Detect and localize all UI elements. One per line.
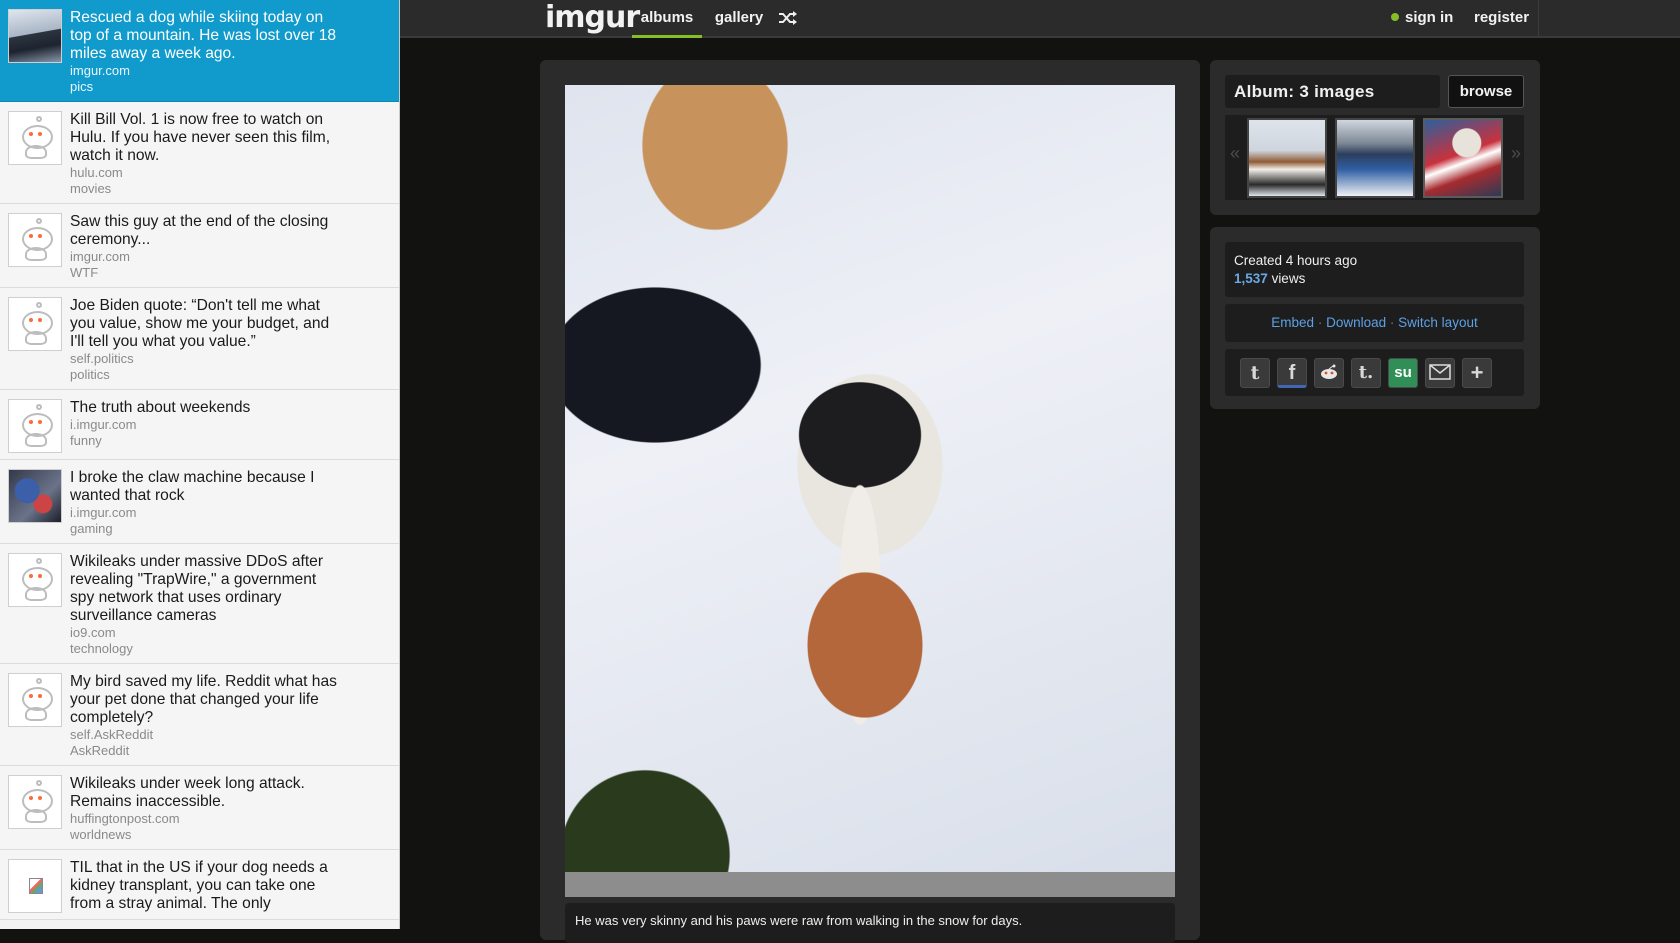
views-label: views [1271, 271, 1306, 286]
post-title[interactable]: Rescued a dog while skiing today on top … [70, 9, 340, 63]
views-line: 1,537 views [1234, 271, 1305, 286]
reddit-alien-icon[interactable] [8, 553, 62, 607]
switch-layout-link[interactable]: Switch layout [1398, 315, 1478, 330]
post-subreddit: gaming [70, 521, 113, 536]
post-domain: huffingtonpost.com [70, 811, 180, 826]
feed-item[interactable]: My bird saved my life. Reddit what has y… [0, 664, 399, 766]
post-thumbnail[interactable] [8, 469, 62, 523]
post-title[interactable]: Wikileaks under week long attack. Remain… [70, 775, 340, 811]
twitter-icon[interactable]: t [1240, 358, 1270, 388]
download-link[interactable]: Download [1326, 315, 1386, 330]
share-bar: t f t. su + [1225, 349, 1524, 396]
post-subreddit: AskReddit [70, 743, 130, 758]
stats-box: Created 4 hours ago 1,537 views [1225, 242, 1524, 297]
album-title: Album: 3 images [1234, 82, 1375, 101]
divider [1538, 0, 1539, 36]
image-panel: He was very skinny and his paws were raw… [540, 60, 1200, 943]
link-separator: · [1389, 315, 1395, 330]
tab-gallery[interactable]: gallery [710, 0, 768, 38]
feed-item[interactable]: Joe Biden quote: “Don't tell me what you… [0, 288, 399, 390]
reddit-alien-icon[interactable] [8, 297, 62, 351]
post-title[interactable]: TIL that in the US if your dog needs a k… [70, 859, 340, 913]
post-domain: i.imgur.com [70, 417, 137, 432]
reddit-feed-sidebar: Rescued a dog while skiing today on top … [0, 0, 400, 929]
post-subreddit: WTF [70, 265, 99, 280]
post-title[interactable]: I broke the claw machine because I wante… [70, 469, 340, 505]
post-title[interactable]: The truth about weekends [70, 399, 340, 417]
tumblr-icon[interactable]: t. [1351, 358, 1381, 388]
post-title[interactable]: Saw this guy at the end of the closing c… [70, 213, 340, 249]
main-album-image[interactable] [565, 85, 1175, 872]
album-thumbnail[interactable] [1423, 118, 1503, 198]
post-subreddit: funny [70, 433, 102, 448]
post-subreddit: technology [70, 641, 133, 656]
post-title[interactable]: Kill Bill Vol. 1 is now free to watch on… [70, 111, 340, 165]
link-separator: · [1317, 315, 1323, 330]
reddit-alien-icon[interactable] [8, 673, 62, 727]
feed-item[interactable]: Wikileaks under week long attack. Remain… [0, 766, 399, 850]
caption-box: He was very skinny and his paws were raw… [565, 903, 1175, 943]
reddit-alien-icon[interactable] [8, 111, 62, 165]
view-count: 1,537 [1234, 271, 1268, 286]
sign-in-link[interactable]: sign in [1391, 9, 1453, 26]
imgur-logo[interactable]: imgur [545, 1, 640, 35]
top-navigation-bar: imgur albums gallery sign in register [400, 0, 1680, 38]
reddit-alien-icon[interactable] [8, 399, 62, 453]
image-caption: He was very skinny and his paws were raw… [575, 913, 1023, 928]
post-thumbnail[interactable] [8, 9, 62, 63]
feed-item[interactable]: I broke the claw machine because I wante… [0, 460, 399, 544]
broken-image-icon[interactable] [8, 859, 62, 913]
feed-item[interactable]: Kill Bill Vol. 1 is now free to watch on… [0, 102, 399, 204]
stumbleupon-icon[interactable]: su [1388, 358, 1418, 388]
shuffle-icon[interactable] [778, 10, 798, 26]
email-icon[interactable] [1425, 358, 1455, 388]
info-panel: Created 4 hours ago 1,537 views Embed · … [1210, 227, 1540, 409]
feed-item[interactable]: Rescued a dog while skiing today on top … [0, 0, 399, 102]
album-panel: Album: 3 images browse « » [1210, 60, 1540, 215]
image-footer-bar [565, 872, 1175, 897]
reddit-icon[interactable] [1314, 358, 1344, 388]
post-domain: hulu.com [70, 165, 123, 180]
feed-item[interactable]: TIL that in the US if your dog needs a k… [0, 850, 399, 920]
register-link[interactable]: register [1474, 9, 1529, 26]
post-subreddit: worldnews [70, 827, 132, 842]
browse-button[interactable]: browse [1448, 75, 1524, 108]
facebook-icon[interactable]: f [1277, 358, 1307, 388]
carousel-prev-icon[interactable]: « [1230, 143, 1240, 164]
post-domain: io9.com [70, 625, 116, 640]
sign-in-label[interactable]: sign in [1405, 9, 1453, 26]
post-subreddit: pics [70, 79, 94, 94]
reddit-alien-icon[interactable] [8, 775, 62, 829]
created-time: Created 4 hours ago [1234, 253, 1358, 268]
online-status-dot [1391, 13, 1399, 21]
album-thumbnail-carousel: « » [1225, 115, 1524, 200]
feed-item[interactable]: Saw this guy at the end of the closing c… [0, 204, 399, 288]
post-title[interactable]: My bird saved my life. Reddit what has y… [70, 673, 340, 727]
post-title[interactable]: Wikileaks under massive DDoS after revea… [70, 553, 340, 625]
post-subreddit: politics [70, 367, 110, 382]
tab-albums[interactable]: albums [632, 0, 702, 38]
album-title-box: Album: 3 images [1225, 75, 1440, 108]
post-subreddit: movies [70, 181, 112, 196]
feed-item[interactable]: The truth about weekends i.imgur.com fun… [0, 390, 399, 460]
post-title[interactable]: Joe Biden quote: “Don't tell me what you… [70, 297, 340, 351]
action-links: Embed · Download · Switch layout [1225, 304, 1524, 342]
post-domain: imgur.com [70, 249, 130, 264]
album-thumbnail[interactable] [1247, 118, 1327, 198]
album-thumbnail[interactable] [1335, 118, 1415, 198]
reddit-alien-icon[interactable] [8, 213, 62, 267]
feed-item[interactable]: Wikileaks under massive DDoS after revea… [0, 544, 399, 664]
carousel-next-icon[interactable]: » [1511, 143, 1521, 164]
plus-icon[interactable]: + [1462, 358, 1492, 388]
embed-link[interactable]: Embed [1271, 315, 1314, 330]
post-domain: imgur.com [70, 63, 130, 78]
post-domain: self.politics [70, 351, 134, 366]
post-domain: i.imgur.com [70, 505, 137, 520]
post-domain: self.AskReddit [70, 727, 154, 742]
